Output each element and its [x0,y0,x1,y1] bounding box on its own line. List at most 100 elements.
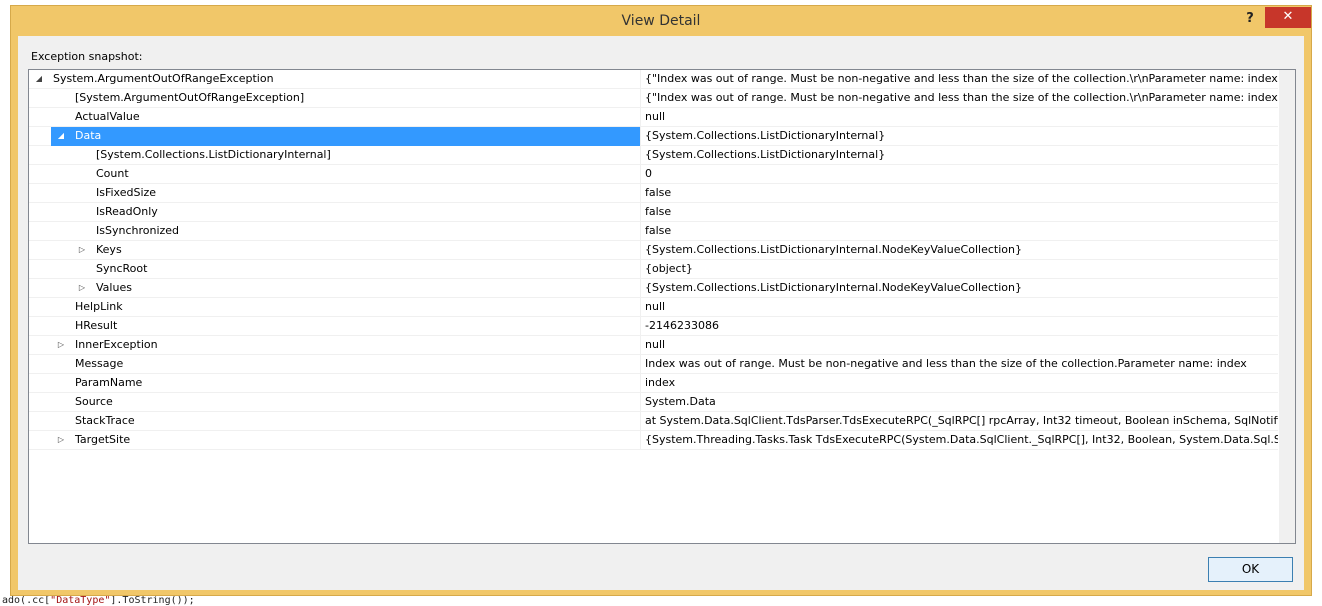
tree-row[interactable]: ParamName index [29,374,1278,393]
code-suffix: ].ToString()); [110,596,195,606]
expand-arrow-icon[interactable]: ▷ [77,241,87,259]
exception-tree-view[interactable]: ◢ System.ArgumentOutOfRangeException {"Ind… [28,69,1296,544]
tree-row-value-cell[interactable]: false [641,222,1278,241]
tree-row-name-cell[interactable]: SyncRoot [51,260,641,279]
tree-row[interactable]: IsSynchronized false [29,222,1278,241]
tree-row-value-cell[interactable]: {object} [641,260,1278,279]
tree-row-value: System.Data [645,395,716,408]
tree-row-name: ActualValue [75,110,140,123]
code-prefix: ado(.cc[ [2,596,51,606]
tree-row[interactable]: Count 0 [29,165,1278,184]
tree-row-name-cell[interactable]: IsSynchronized [51,222,641,241]
tree-row[interactable]: StackTrace at System.Data.SqlClient.TdsP… [29,412,1278,431]
tree-row-value-cell[interactable]: Index was out of range. Must be non-nega… [641,355,1278,374]
expand-arrow-icon[interactable]: ▷ [56,431,66,449]
dialog-client-area: Exception snapshot: ◢ System.ArgumentOutO… [18,36,1304,590]
tree-row[interactable]: [System.ArgumentOutOfRangeException] {"In… [29,89,1278,108]
tree-row-value: Index was out of range. Must be non-nega… [645,357,1247,370]
tree-row[interactable]: ◢ System.ArgumentOutOfRangeException {"Ind… [29,70,1278,89]
tree-row-name: IsReadOnly [96,205,158,218]
tree-row-name-cell[interactable]: Message [51,355,641,374]
tree-row-value-cell[interactable]: {System.Collections.ListDictionaryIntern… [641,146,1278,165]
ok-button[interactable]: OK [1208,557,1293,582]
tree-row[interactable]: IsFixedSize false [29,184,1278,203]
tree-row-name-cell[interactable]: Count [51,165,641,184]
tree-row-value: {object} [645,262,693,275]
tree-row-name-cell[interactable]: IsFixedSize [51,184,641,203]
help-button[interactable]: ? [1239,9,1261,29]
tree-row-name: [System.ArgumentOutOfRangeException] [75,91,305,104]
tree-row[interactable]: ▷ InnerException null [29,336,1278,355]
close-button[interactable]: ✕ [1265,7,1311,28]
tree-row[interactable]: ▷ TargetSite {System.Threading.Tasks.Task … [29,431,1278,450]
tree-row-value: false [645,224,672,237]
tree-row[interactable]: [System.Collections.ListDictionaryIntern… [29,146,1278,165]
tree-row[interactable]: HelpLink null [29,298,1278,317]
collapse-arrow-icon[interactable]: ◢ [34,70,44,88]
tree-row-value: null [645,300,666,313]
tree-row-name: Message [75,357,124,370]
tree-row-value-cell[interactable]: at System.Data.SqlClient.TdsParser.TdsEx… [641,412,1278,431]
code-string: "DataType" [50,596,111,606]
tree-row-value-cell[interactable]: false [641,203,1278,222]
tree-row[interactable]: ActualValue null [29,108,1278,127]
tree-row-name-cell[interactable]: ▷ Values [51,279,641,298]
tree-row-value-cell[interactable]: {"Index was out of range. Must be non-ne… [641,70,1278,89]
tree-row[interactable]: HResult -2146233086 [29,317,1278,336]
tree-row-value-cell[interactable]: null [641,298,1278,317]
tree-row[interactable]: ▷ Values {System.Collections.ListDictionar… [29,279,1278,298]
tree-row-name: Source [75,395,113,408]
tree-row-name-cell[interactable]: [System.Collections.ListDictionaryIntern… [51,146,641,165]
background-editor-gutter [0,0,10,606]
tree-row-value: {System.Collections.ListDictionaryIntern… [645,148,886,161]
tree-row-name: IsFixedSize [96,186,157,199]
expand-arrow-icon[interactable]: ▷ [77,279,87,297]
tree-row-value-cell[interactable]: {System.Collections.ListDictionaryIntern… [641,279,1278,298]
scrollbar-thumb[interactable] [1280,70,1295,543]
tree-row-value: {System.Collections.ListDictionaryIntern… [645,129,886,142]
tree-row[interactable]: SyncRoot {object} [29,260,1278,279]
tree-row[interactable]: ▷ Keys {System.Collections.ListDictionaryI… [29,241,1278,260]
vertical-scrollbar[interactable] [1279,70,1295,543]
tree-row-name-cell[interactable]: [System.ArgumentOutOfRangeException] [51,89,641,108]
tree-row-name: InnerException [75,338,158,351]
tree-row-name-cell[interactable]: HResult [51,317,641,336]
tree-row-name-cell[interactable]: ◢ Data [51,127,641,146]
tree-row-name-cell[interactable]: ◢ System.ArgumentOutOfRangeException [29,70,641,89]
tree-row[interactable]: Source System.Data [29,393,1278,412]
tree-row-value-cell[interactable]: -2146233086 [641,317,1278,336]
tree-row-value: null [645,110,666,123]
tree-row-name: StackTrace [75,414,135,427]
tree-row-value-cell[interactable]: index [641,374,1278,393]
tree-row-name: Keys [96,243,122,256]
tree-row-name: TargetSite [75,433,131,446]
tree-row-name-cell[interactable]: ▷ InnerException [51,336,641,355]
tree-row-name-cell[interactable]: StackTrace [51,412,641,431]
tree-row-value-cell[interactable]: null [641,336,1278,355]
background-right-edge [1312,0,1322,606]
tree-row-name-cell[interactable]: ▷ TargetSite [51,431,641,450]
tree-row-value-cell[interactable]: false [641,184,1278,203]
tree-row-value-cell[interactable]: System.Data [641,393,1278,412]
expand-arrow-icon[interactable]: ▷ [56,336,66,354]
tree-row-value-cell[interactable]: {System.Collections.ListDictionaryIntern… [641,241,1278,260]
tree-row-value: false [645,186,672,199]
tree-row[interactable]: IsReadOnly false [29,203,1278,222]
title-bar[interactable]: View Detail ? ✕ [11,6,1311,36]
tree-row-name-cell[interactable]: ParamName [51,374,641,393]
tree-row[interactable]: Message Index was out of range. Must be n… [29,355,1278,374]
tree-row-value-cell[interactable]: {System.Collections.ListDictionaryIntern… [641,127,1278,146]
tree-row-name-cell[interactable]: HelpLink [51,298,641,317]
collapse-arrow-icon[interactable]: ◢ [56,127,66,145]
tree-row-name-cell[interactable]: IsReadOnly [51,203,641,222]
tree-row-value-cell[interactable]: {System.Threading.Tasks.Task TdsExecuteR… [641,431,1278,450]
tree-row-value-cell[interactable]: null [641,108,1278,127]
tree-row-name: HelpLink [75,300,123,313]
tree-row[interactable]: ◢ Data {System.Collections.ListDictionaryI… [29,127,1278,146]
tree-row-name-cell[interactable]: Source [51,393,641,412]
tree-row-name-cell[interactable]: ActualValue [51,108,641,127]
tree-row-name-cell[interactable]: ▷ Keys [51,241,641,260]
tree-row-value-cell[interactable]: {"Index was out of range. Must be non-ne… [641,89,1278,108]
tree-row-value-cell[interactable]: 0 [641,165,1278,184]
tree-row-value: null [645,338,666,351]
